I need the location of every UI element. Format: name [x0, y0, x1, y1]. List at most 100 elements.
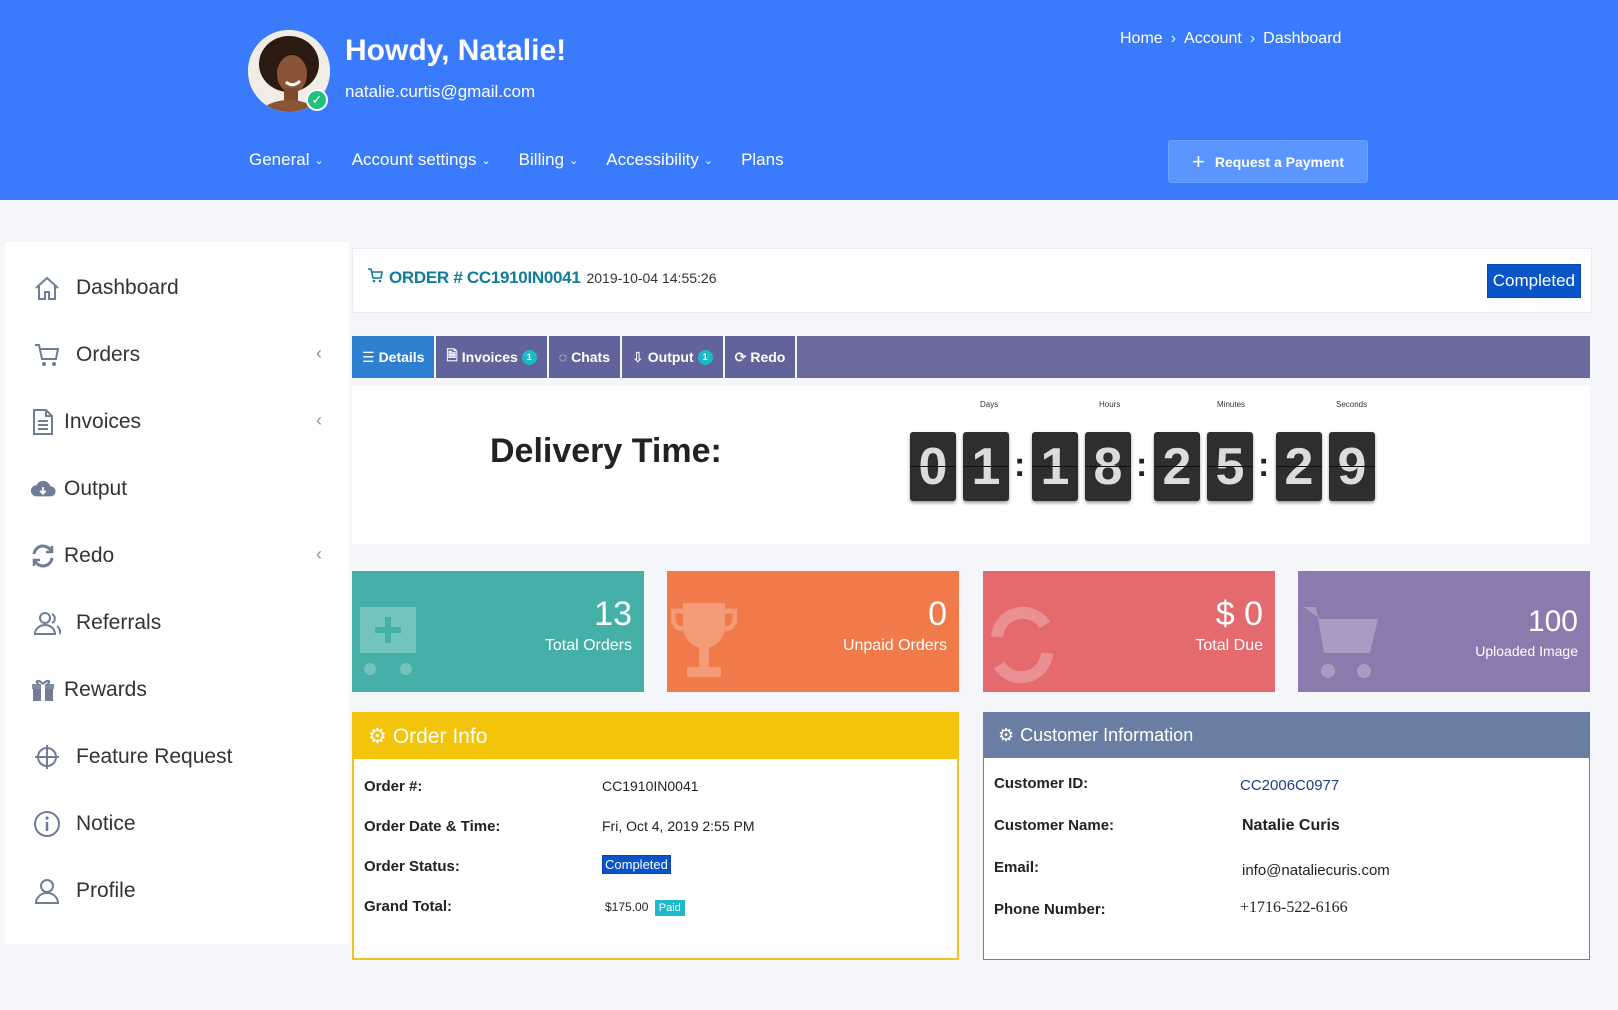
tab-chats[interactable]: ◌ Chats	[548, 336, 623, 378]
order-datetime: 2019-10-04 14:55:26	[586, 270, 717, 286]
refresh-icon	[987, 597, 1057, 692]
sidebar-item-label: Orders	[76, 343, 141, 366]
cart-icon	[30, 338, 64, 372]
order-date-label: Order Date & Time:	[364, 818, 501, 835]
refresh-icon: ⟳	[734, 348, 747, 365]
stat-caption: Total Orders	[544, 637, 632, 654]
nav-billing[interactable]: Billing ⌄	[519, 150, 579, 170]
customer-info-header: ⚙ Customer Information	[984, 713, 1589, 758]
order-header: ORDER # CC1910IN0041 2019-10-04 14:55:26…	[352, 248, 1592, 313]
chevron-left-icon[interactable]: ‹	[316, 410, 322, 431]
colon-separator: :	[1136, 446, 1148, 484]
sidebar-item-referrals[interactable]: Referrals	[30, 603, 330, 643]
cart-icon	[1302, 597, 1382, 692]
grand-total-amount: $175.00	[605, 900, 649, 914]
nav-plans[interactable]: Plans	[741, 150, 784, 170]
sidebar: Dashboard Orders ‹ Invoices ‹ Output Red…	[5, 242, 349, 944]
clock-digit: 0	[910, 432, 956, 501]
nav-label: Account settings	[351, 150, 477, 169]
customer-name-value: Natalie Curis	[1242, 817, 1340, 834]
sidebar-item-notice[interactable]: Notice	[30, 804, 330, 844]
stat-total-orders[interactable]: 13 Total Orders	[352, 571, 644, 692]
tab-label: Details	[378, 349, 425, 365]
minutes-caption: Minutes	[1217, 400, 1246, 409]
stat-caption: Total Due	[1195, 637, 1263, 654]
tab-label: Chats	[571, 349, 611, 365]
stat-total-due[interactable]: $ 0 Total Due	[983, 571, 1275, 692]
request-payment-button[interactable]: + Request a Payment	[1168, 140, 1368, 183]
nav-label: Billing	[518, 150, 565, 169]
stat-unpaid-orders[interactable]: 0 Unpaid Orders	[667, 571, 959, 692]
users-icon	[30, 606, 64, 640]
order-number-value: CC1910IN0041	[602, 778, 699, 794]
email-value[interactable]: info@nataliecuris.com	[1242, 862, 1390, 879]
order-title: ORDER # CC1910IN0041 2019-10-04 14:55:26	[367, 267, 716, 288]
trophy-icon	[670, 597, 738, 692]
order-status-label: Order Status:	[364, 858, 460, 875]
order-number-label: Order #:	[364, 778, 423, 795]
breadcrumb-account[interactable]: Account	[1184, 30, 1242, 48]
panel-title: Order Info	[392, 724, 488, 748]
cloud-download-icon	[30, 472, 56, 506]
tab-output[interactable]: ⇩ Output 1	[622, 336, 725, 378]
refresh-icon	[30, 539, 56, 573]
countdown-clock: Days Hours Minutes Seconds 0 1 : 1 8 : 2…	[910, 400, 1380, 510]
nav-label: Accessibility	[606, 150, 699, 169]
sidebar-item-feature-request[interactable]: Feature Request	[30, 737, 330, 777]
sidebar-item-redo[interactable]: Redo ‹	[30, 536, 330, 576]
chat-icon: ◌	[558, 349, 568, 365]
chevron-down-icon: ⌄	[703, 154, 714, 167]
stat-caption: Unpaid Orders	[842, 637, 947, 654]
stat-caption: Uploaded Image	[1475, 643, 1578, 659]
sidebar-item-orders[interactable]: Orders ‹	[30, 335, 330, 375]
download-icon: ⇩	[632, 348, 644, 365]
count-badge: 1	[697, 349, 713, 365]
sidebar-item-dashboard[interactable]: Dashboard	[30, 268, 330, 308]
document-icon: 🗎	[446, 347, 458, 363]
tab-details[interactable]: ☰ Details	[352, 336, 437, 378]
chevron-left-icon[interactable]: ‹	[316, 544, 322, 565]
tab-redo[interactable]: ⟳ Redo	[724, 336, 798, 378]
stat-value: $ 0	[1215, 595, 1263, 633]
list-icon: ☰	[362, 348, 375, 365]
chevron-right-icon: ›	[1249, 30, 1256, 47]
order-info-panel: ⚙ Order Info Order #: CC1910IN0041 Order…	[352, 712, 959, 960]
clock-digit: 2	[1154, 432, 1200, 501]
nav-general[interactable]: General ⌄	[249, 150, 324, 170]
clock-digit: 9	[1329, 432, 1375, 501]
clock-digit: 1	[963, 432, 1009, 501]
nav-accessibility[interactable]: Accessibility ⌄	[606, 150, 713, 170]
nav-label: General	[249, 150, 310, 169]
sidebar-item-label: Rewards	[64, 678, 147, 701]
cart-icon	[367, 267, 383, 288]
sidebar-item-label: Output	[64, 477, 128, 500]
phone-label: Phone Number:	[994, 901, 1106, 918]
tab-label: Redo	[750, 349, 786, 365]
chevron-left-icon[interactable]: ‹	[316, 343, 322, 364]
breadcrumb-home[interactable]: Home	[1120, 30, 1163, 48]
stat-uploaded-image[interactable]: 100 Uploaded Image	[1298, 571, 1590, 692]
sidebar-item-label: Dashboard	[76, 276, 179, 299]
info-icon	[30, 807, 64, 841]
user-email: natalie.curtis@gmail.com	[345, 82, 536, 101]
sidebar-item-profile[interactable]: Profile	[30, 871, 330, 911]
order-status-value: Completed	[602, 855, 671, 874]
clock-digit: 2	[1276, 432, 1322, 501]
order-date-value: Fri, Oct 4, 2019 2:55 PM	[602, 818, 755, 834]
sidebar-item-output[interactable]: Output	[30, 469, 330, 509]
clock-digit: 5	[1207, 432, 1253, 501]
verified-icon: ✓	[306, 89, 328, 111]
sidebar-item-invoices[interactable]: Invoices ‹	[30, 402, 330, 442]
count-badge: 1	[521, 349, 537, 365]
tab-label: Output	[647, 349, 694, 365]
chevron-down-icon: ⌄	[481, 154, 491, 167]
gears-icon: ⚙	[368, 725, 387, 748]
nav-account-settings[interactable]: Account settings ⌄	[352, 150, 491, 170]
tab-invoices[interactable]: 🗎 Invoices 1	[436, 336, 549, 378]
customer-name-label: Customer Name:	[994, 817, 1115, 834]
grand-total-value: $175.00 Paid	[605, 900, 685, 916]
plus-icon: +	[1191, 148, 1205, 174]
customer-id-value: CC2006C0977	[1240, 777, 1340, 794]
order-info-header: ⚙ Order Info	[354, 714, 957, 759]
sidebar-item-rewards[interactable]: Rewards	[30, 670, 330, 710]
